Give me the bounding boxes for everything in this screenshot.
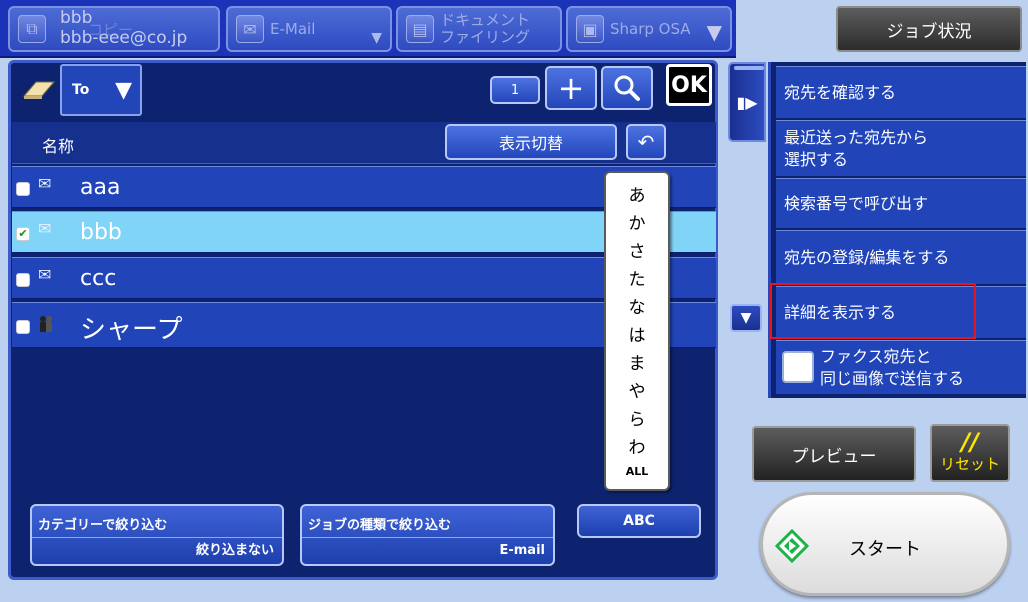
reset-button[interactable]: // リセット bbox=[930, 424, 1010, 482]
chevron-down-icon: ▼ bbox=[371, 30, 382, 46]
menu-scroll-down-button[interactable]: ▼ bbox=[730, 304, 762, 332]
menu-item-label: 宛先の登録/編集をする bbox=[784, 247, 950, 267]
menu-item-label: 宛先を確認する bbox=[784, 82, 897, 102]
current-destination-name: bbb bbox=[60, 8, 93, 28]
kana-index-all[interactable]: ALL bbox=[606, 465, 668, 478]
preview-button[interactable]: プレビュー bbox=[752, 426, 916, 482]
tab-sharp-osa[interactable]: ▣ Sharp OSA ▼ bbox=[566, 6, 732, 52]
destination-type-value: To bbox=[72, 82, 90, 98]
category-filter-title: カテゴリーで絞り込む bbox=[38, 518, 168, 533]
envelope-icon: ✉ bbox=[38, 219, 52, 238]
reset-icon: // bbox=[961, 428, 979, 456]
mode-tab-bar: ⧉ コピー bbb bbb-eee@co.jp ✉ E-Mail ▼ ▤ ドキュ… bbox=[0, 0, 736, 58]
start-diamond-icon bbox=[775, 529, 809, 563]
address-name: aaa bbox=[80, 175, 121, 200]
menu-item-label: ファクス宛先と 同じ画像で送信する bbox=[820, 346, 964, 390]
action-menu-collapse-tab[interactable]: ▮▶ bbox=[728, 62, 766, 142]
job-type-filter-title: ジョブの種類で絞り込む bbox=[308, 518, 452, 533]
job-type-filter-button[interactable]: ジョブの種類で絞り込む E-mail bbox=[300, 504, 555, 566]
chevron-down-icon[interactable]: ▼ bbox=[707, 20, 722, 44]
address-book-icon bbox=[22, 78, 56, 100]
menu-item-recent-destinations[interactable]: 最近送った宛先から 選択する bbox=[776, 120, 1026, 176]
email-mode-icon: ✉ bbox=[236, 15, 264, 43]
tab-copy[interactable]: ⧉ コピー bbb bbb-eee@co.jp bbox=[8, 6, 220, 52]
category-filter-button[interactable]: カテゴリーで絞り込む 絞り込まない bbox=[30, 504, 284, 566]
kana-index-ha[interactable]: は bbox=[606, 321, 668, 346]
divider bbox=[32, 537, 282, 538]
current-destination-display: bbb bbb-eee@co.jp bbox=[60, 8, 187, 48]
row-checkbox[interactable]: ✔ bbox=[16, 227, 30, 241]
kana-index-ka[interactable]: か bbox=[606, 209, 668, 234]
play-icon: ▮▶ bbox=[736, 92, 758, 112]
fax-same-image-line2: 同じ画像で送信する bbox=[820, 368, 965, 388]
destination-count-button[interactable]: 1 bbox=[490, 76, 540, 104]
start-button[interactable]: スタート bbox=[760, 492, 1010, 596]
chevron-down-icon: ▼ bbox=[115, 78, 132, 103]
tab-document-filing-label: ドキュメント ファイリング bbox=[440, 12, 530, 46]
add-destination-button[interactable]: + bbox=[545, 66, 597, 110]
tab-email[interactable]: ✉ E-Mail ▼ bbox=[226, 6, 392, 52]
row-checkbox[interactable] bbox=[16, 182, 30, 196]
search-button[interactable] bbox=[601, 66, 653, 110]
tab-document-filing-line2: ファイリング bbox=[440, 28, 531, 46]
ok-button[interactable]: OK bbox=[666, 64, 712, 106]
group-icon bbox=[38, 315, 54, 337]
kana-index-bar: あ か さ た な は ま や ら わ ALL bbox=[604, 171, 670, 491]
menu-item-confirm-destination[interactable]: 宛先を確認する bbox=[776, 66, 1026, 118]
row-checkbox[interactable] bbox=[16, 320, 30, 334]
envelope-icon: ✉ bbox=[38, 174, 52, 193]
undo-button[interactable]: ↶ bbox=[626, 124, 666, 160]
kana-index-a[interactable]: あ bbox=[606, 181, 668, 206]
kana-index-na[interactable]: な bbox=[606, 293, 668, 318]
job-status-button[interactable]: ジョブ状況 bbox=[836, 6, 1022, 52]
highlight-box bbox=[770, 283, 976, 339]
kana-index-wa[interactable]: わ bbox=[606, 433, 668, 458]
reset-label: リセット bbox=[939, 455, 1000, 473]
kana-index-ra[interactable]: ら bbox=[606, 405, 668, 430]
kana-index-ya[interactable]: や bbox=[606, 377, 668, 402]
fax-same-image-line1: ファクス宛先と bbox=[820, 346, 932, 366]
plus-icon: + bbox=[557, 69, 585, 107]
tab-document-filing-line1: ドキュメント bbox=[440, 11, 531, 29]
start-label: スタート bbox=[849, 539, 921, 560]
category-filter-value: 絞り込まない bbox=[195, 543, 274, 558]
tab-grip bbox=[734, 66, 764, 70]
toggle-view-button[interactable]: 表示切替 bbox=[445, 124, 617, 160]
kana-index-sa[interactable]: さ bbox=[606, 237, 668, 262]
current-destination-address: bbb-eee@co.jp bbox=[60, 28, 188, 48]
address-name: bbb bbox=[80, 220, 122, 245]
row-checkbox[interactable] bbox=[16, 273, 30, 287]
menu-item-search-number[interactable]: 検索番号で呼び出す bbox=[776, 178, 1026, 228]
copy-mode-icon: ⧉ bbox=[18, 15, 46, 43]
tab-sharp-osa-label: Sharp OSA bbox=[610, 20, 691, 38]
fax-same-image-checkbox[interactable] bbox=[782, 351, 814, 383]
address-name: シャープ bbox=[80, 315, 183, 345]
menu-item-register-edit[interactable]: 宛先の登録/編集をする bbox=[776, 230, 1026, 284]
destination-type-select[interactable]: To ▼ bbox=[60, 64, 142, 116]
name-column-header: 名称 bbox=[42, 137, 75, 156]
menu-item-label: 最近送った宛先から 選択する bbox=[784, 127, 929, 169]
tab-document-filing[interactable]: ▤ ドキュメント ファイリング bbox=[396, 6, 562, 52]
divider bbox=[302, 537, 553, 538]
address-name: ccc bbox=[80, 266, 117, 291]
sharp-osa-icon: ▣ bbox=[576, 15, 604, 43]
abc-index-button[interactable]: ABC bbox=[577, 504, 701, 538]
chevron-down-icon: ▼ bbox=[740, 310, 752, 326]
tab-email-label: E-Mail bbox=[270, 20, 316, 38]
search-icon bbox=[614, 75, 640, 101]
job-type-filter-value: E-mail bbox=[499, 543, 545, 558]
undo-icon: ↶ bbox=[637, 130, 655, 154]
menu-item-label: 検索番号で呼び出す bbox=[784, 193, 929, 213]
kana-index-ta[interactable]: た bbox=[606, 265, 668, 290]
document-filing-icon: ▤ bbox=[406, 15, 434, 43]
envelope-icon: ✉ bbox=[38, 265, 52, 284]
kana-index-ma[interactable]: ま bbox=[606, 349, 668, 374]
